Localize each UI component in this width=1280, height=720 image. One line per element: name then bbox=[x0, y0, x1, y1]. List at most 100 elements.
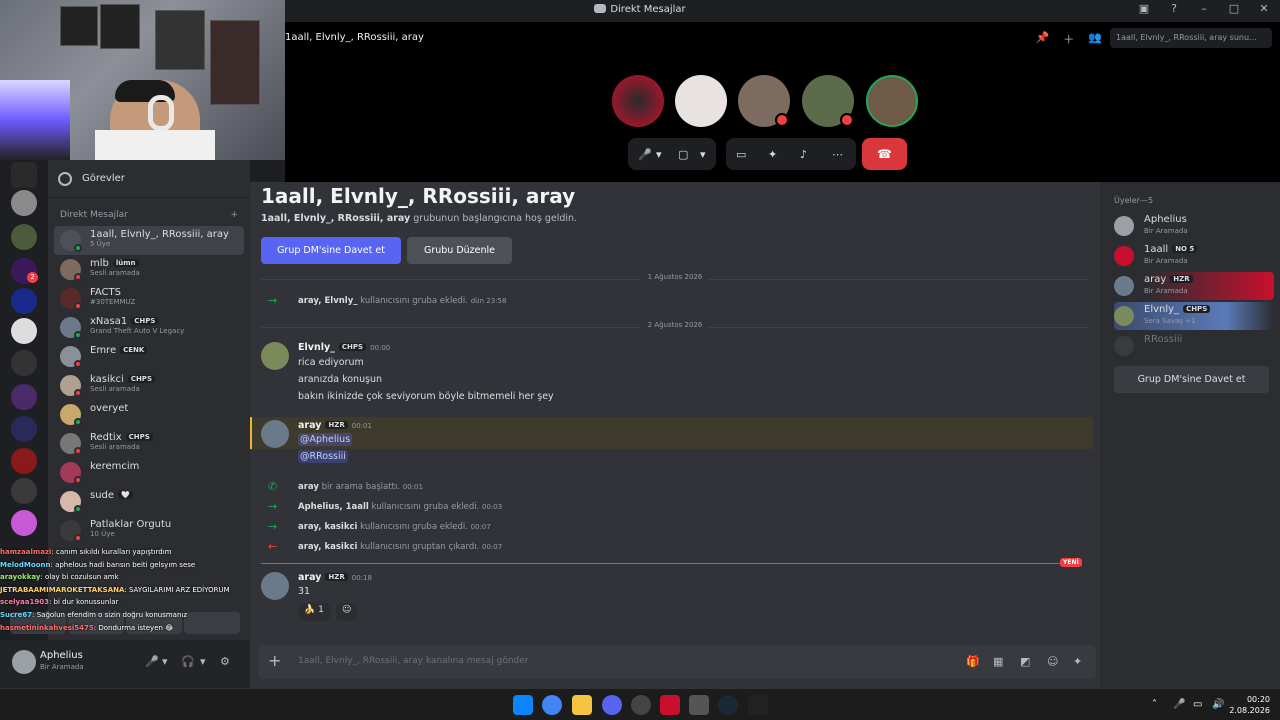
dm-item[interactable]: keremcim bbox=[54, 458, 244, 487]
arrow-right-icon: → bbox=[268, 520, 278, 533]
dm-item[interactable]: xNasa1 CHPS Grand Theft Auto V Legacy bbox=[54, 313, 244, 342]
clock[interactable]: 00:20 2.08.2026 bbox=[1229, 694, 1270, 716]
dm-item[interactable]: Patlaklar Orgutu 10 Üye bbox=[54, 516, 244, 545]
muted-icon bbox=[840, 113, 854, 127]
chevron-down-icon[interactable]: ▾ bbox=[656, 148, 662, 161]
steam-icon[interactable] bbox=[718, 695, 738, 715]
avatar bbox=[1114, 246, 1134, 266]
server-icon[interactable] bbox=[11, 224, 37, 250]
hang-up-button[interactable]: ☎ bbox=[862, 138, 907, 170]
message-author[interactable]: Elvnly_ CHPS 00:00 bbox=[298, 342, 390, 353]
sticker-icon[interactable]: ◩ bbox=[1020, 655, 1030, 668]
invite-button[interactable]: Grup DM'sine Davet et bbox=[261, 237, 401, 264]
add-dm-icon[interactable]: + bbox=[230, 210, 238, 220]
headphones-icon[interactable]: 🎧 bbox=[181, 655, 195, 668]
pin-icon[interactable]: 📌 bbox=[1036, 31, 1050, 47]
inbox-icon[interactable]: ▣ bbox=[1136, 2, 1152, 15]
camera-off-icon[interactable]: ▢ bbox=[678, 148, 688, 161]
message-composer[interactable]: + 1aall, Elvnly_, RRossiii, aray kanalın… bbox=[258, 645, 1096, 679]
server-icon[interactable] bbox=[11, 478, 37, 504]
message-input[interactable]: 1aall, Elvnly_, RRossiii, aray kanalına … bbox=[298, 656, 528, 666]
activities-icon[interactable]: ✦ bbox=[768, 148, 777, 161]
dm-item[interactable]: Redtix CHPS Sesli aramada bbox=[54, 429, 244, 458]
server-icon[interactable] bbox=[11, 416, 37, 442]
add-friends-icon[interactable]: ＋ bbox=[1063, 31, 1074, 47]
epic-games-icon[interactable] bbox=[748, 695, 768, 715]
dm-item[interactable]: mlb lümn Sesli aramada bbox=[54, 255, 244, 284]
microphone-icon[interactable]: 🎤 bbox=[145, 655, 159, 668]
monitor-icon[interactable]: ▭ bbox=[1193, 699, 1202, 710]
avatar[interactable] bbox=[261, 420, 289, 448]
emoji-icon[interactable]: ☺ bbox=[1047, 655, 1058, 668]
avatar[interactable] bbox=[261, 342, 289, 370]
soundboard-icon[interactable]: ♪ bbox=[800, 148, 807, 161]
avatar[interactable] bbox=[261, 572, 289, 600]
chevron-down-icon[interactable]: ▾ bbox=[200, 655, 206, 668]
app-icon[interactable] bbox=[689, 695, 709, 715]
call-channel-name: 1aall, Elvnly_, RRossiii, aray bbox=[285, 32, 424, 43]
chevron-down-icon[interactable]: ▾ bbox=[162, 655, 168, 668]
gift-icon[interactable]: 🎁 bbox=[966, 655, 980, 668]
dm-item[interactable]: 1aall, Elvnly_, RRossiii, aray 5 Üye bbox=[54, 226, 244, 255]
chevron-down-icon[interactable]: ▾ bbox=[700, 148, 706, 161]
settings-icon[interactable]: ⚙ bbox=[220, 655, 230, 668]
chat-text: : SAYGILARIMI ARZ EDİYORUM bbox=[124, 585, 230, 594]
server-icon[interactable] bbox=[11, 350, 37, 376]
app-icon[interactable] bbox=[660, 695, 680, 715]
minimize-button[interactable]: – bbox=[1196, 2, 1212, 15]
gif-icon[interactable]: ▦ bbox=[993, 655, 1003, 668]
message-author[interactable]: aray HZR 00:18 bbox=[298, 572, 372, 583]
status-indicator bbox=[74, 273, 82, 281]
server-icon[interactable] bbox=[11, 318, 37, 344]
volume-icon[interactable]: 🔊 bbox=[1212, 699, 1224, 710]
attach-icon[interactable]: + bbox=[268, 653, 281, 669]
close-button[interactable]: ✕ bbox=[1256, 2, 1272, 15]
members-icon[interactable]: 👥 bbox=[1088, 31, 1102, 47]
dm-item[interactable]: kasikci CHPS Sesli aramada bbox=[54, 371, 244, 400]
start-icon[interactable] bbox=[513, 695, 533, 715]
app-icon[interactable] bbox=[631, 695, 651, 715]
member-item[interactable]: Elvnly_ CHPS Sera Savaş +1 bbox=[1114, 302, 1274, 330]
member-item[interactable]: 1aall NO 5 Bir Aramada bbox=[1114, 242, 1274, 270]
dm-name: overyet bbox=[90, 403, 129, 414]
dm-item[interactable]: Emre CENK bbox=[54, 342, 244, 371]
server-icon[interactable] bbox=[11, 510, 37, 536]
dm-item[interactable]: sude 🤍 bbox=[54, 487, 244, 516]
add-reaction-button[interactable]: ☺ bbox=[336, 603, 358, 621]
member-item[interactable]: Aphelius Bir Aramada bbox=[1114, 212, 1274, 240]
mention[interactable]: @RRossiii bbox=[298, 450, 348, 463]
server-icon[interactable] bbox=[11, 384, 37, 410]
server-icon[interactable] bbox=[11, 190, 37, 216]
chevron-up-icon[interactable]: ˄ bbox=[1152, 699, 1157, 710]
file-explorer-icon[interactable] bbox=[572, 695, 592, 715]
message-author[interactable]: aray HZR 00:01 bbox=[298, 420, 372, 431]
member-item[interactable]: aray HZR Bir Aramada bbox=[1114, 272, 1274, 300]
dm-item[interactable]: FACTS #30TEMMUZ bbox=[54, 284, 244, 313]
maximize-button[interactable]: □ bbox=[1226, 2, 1242, 15]
search-input[interactable]: 1aall, Elvnly_, RRossiii, aray sunu... bbox=[1110, 28, 1272, 48]
tasks-row[interactable]: Görevler bbox=[48, 160, 250, 198]
microphone-icon[interactable]: 🎤 bbox=[1173, 699, 1185, 710]
apps-icon[interactable]: ✦ bbox=[1073, 655, 1082, 668]
server-icon[interactable] bbox=[11, 288, 37, 314]
more-icon[interactable]: ⋯ bbox=[832, 148, 843, 161]
participant-avatar[interactable] bbox=[612, 75, 664, 127]
member-item[interactable]: RRossiii bbox=[1114, 332, 1274, 360]
chat-user: MelodMoonn bbox=[0, 560, 51, 569]
discord-icon[interactable] bbox=[602, 695, 622, 715]
date-divider: 1 Ağustos 2026 bbox=[261, 273, 1089, 281]
mention[interactable]: @Aphelius bbox=[298, 433, 353, 446]
edit-group-button[interactable]: Grubu Düzenle bbox=[407, 237, 512, 264]
avatar[interactable] bbox=[12, 650, 36, 674]
dm-item[interactable]: overyet bbox=[54, 400, 244, 429]
reaction[interactable]: 🍌 1 bbox=[298, 603, 330, 621]
browser-icon[interactable] bbox=[542, 695, 562, 715]
invite-button[interactable]: Grup DM'sine Davet et bbox=[1114, 366, 1269, 393]
server-icon[interactable] bbox=[11, 162, 37, 188]
help-icon[interactable]: ? bbox=[1166, 2, 1182, 15]
participant-avatar[interactable] bbox=[675, 75, 727, 127]
server-icon[interactable] bbox=[11, 448, 37, 474]
participant-avatar[interactable] bbox=[866, 75, 918, 127]
screen-share-icon[interactable]: ▭ bbox=[736, 148, 746, 161]
microphone-icon[interactable]: 🎤 bbox=[638, 148, 652, 161]
